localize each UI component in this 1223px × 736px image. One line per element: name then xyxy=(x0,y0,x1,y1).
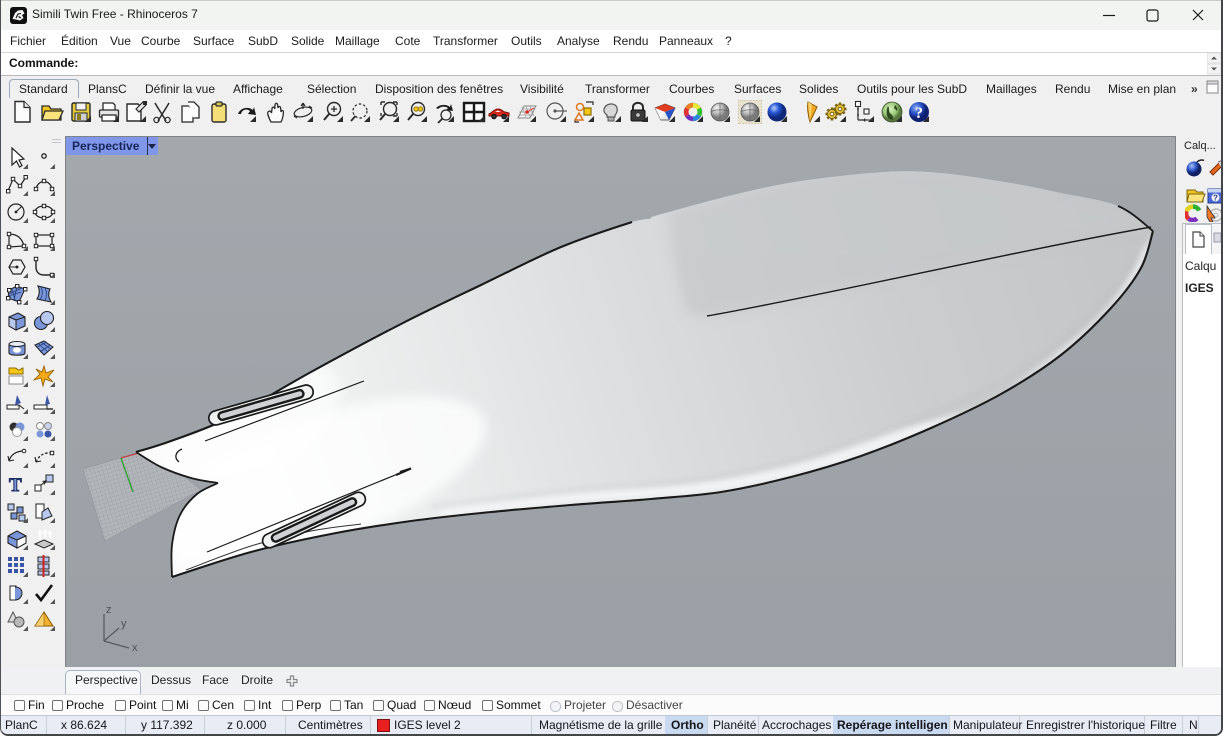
svg-text:T: T xyxy=(9,475,22,496)
svg-text:x: x xyxy=(132,642,138,654)
svg-text:?: ? xyxy=(915,105,923,122)
svg-text:?: ? xyxy=(1213,194,1218,203)
svg-text:y: y xyxy=(121,618,127,630)
svg-text:z: z xyxy=(106,604,112,616)
